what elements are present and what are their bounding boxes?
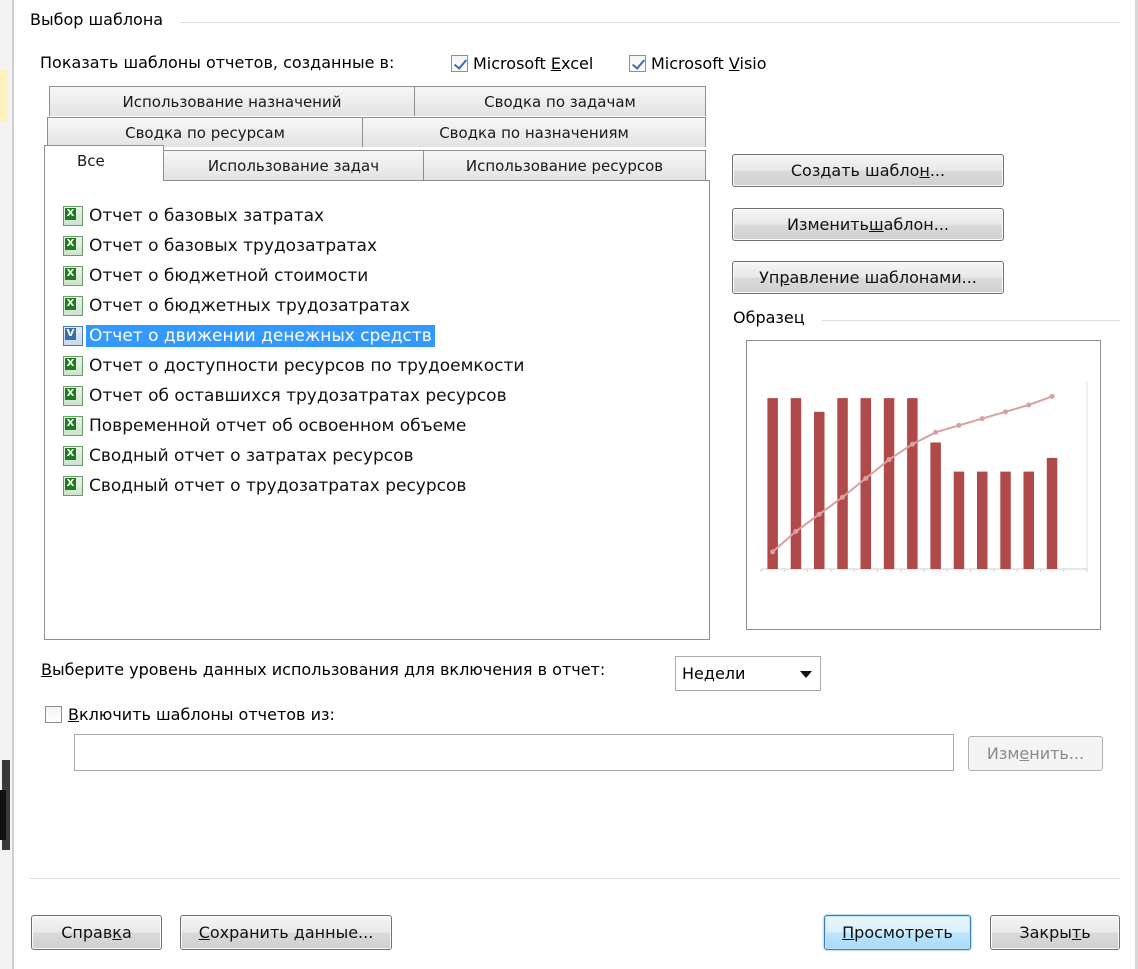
excel-template-icon <box>63 446 83 466</box>
browse-button[interactable]: Изм е нить... <box>968 736 1103 771</box>
usage-level-select[interactable]: Недели <box>675 656 821 691</box>
template-list-item[interactable]: Отчет о базовых трудозатратах <box>63 233 380 259</box>
footer-divider <box>30 878 1120 879</box>
show-templates-label: Показать шаблоны отчетов, созданные в: <box>40 53 395 72</box>
template-list-item-label: Отчет о бюджетной стоимости <box>89 266 369 286</box>
chart-point <box>1049 393 1055 399</box>
chart-bar <box>977 471 988 569</box>
group-divider <box>180 22 1120 23</box>
template-list-item[interactable]: Отчет о доступности ресурсов по трудоемк… <box>63 353 527 379</box>
tab-resource-usage[interactable]: Использование ресурсов <box>423 150 706 180</box>
chart-point <box>979 416 985 422</box>
chart-bar <box>837 398 848 569</box>
usage-level-value: Недели <box>682 664 746 683</box>
template-list-item-label: Отчет о базовых трудозатратах <box>89 236 378 256</box>
chart-point <box>956 422 962 428</box>
template-list-item[interactable]: Отчет о бюджетной стоимости <box>63 263 371 289</box>
view-button[interactable]: Просмотреть <box>824 915 971 950</box>
template-list-item-label: Отчет о движении денежных средств <box>86 325 435 347</box>
window-edge-highlight <box>0 70 8 122</box>
chart-bar <box>1000 471 1011 569</box>
chart-point <box>1003 409 1008 415</box>
template-list-item-label: Отчет об оставшихся трудозатратах ресурс… <box>89 386 507 406</box>
help-button[interactable]: Справ к а <box>31 915 162 950</box>
sample-chart <box>760 381 1088 572</box>
visio-checkbox[interactable] <box>629 55 646 72</box>
chart-point <box>886 457 892 463</box>
chart-bar <box>767 398 778 569</box>
chart-bar <box>790 398 802 569</box>
chart-bar <box>1046 457 1058 569</box>
manage-templates-button[interactable]: Уп р авление шаблонами... <box>732 261 1004 294</box>
template-path-input[interactable] <box>74 734 954 771</box>
edit-template-button[interactable]: Изменить ш аблон... <box>732 208 1004 241</box>
excel-template-icon <box>63 266 83 286</box>
window-edge-shadow-dark <box>0 790 6 840</box>
tab-assignment-summary[interactable]: Сводка по назначениям <box>362 117 706 147</box>
template-list-item[interactable]: Отчет о базовых затратах <box>63 203 327 229</box>
tab-task-usage[interactable]: Использование задач <box>163 150 424 180</box>
visio-checkbox-group[interactable]: Microsoft Visio <box>629 54 767 73</box>
template-list-item[interactable]: Отчет о бюджетных трудозатратах <box>63 293 413 319</box>
sample-preview <box>746 340 1101 630</box>
create-template-button[interactable]: Создать шабло н... <box>732 154 1004 187</box>
group-title: Выбор шаблона <box>30 10 164 29</box>
template-list-item[interactable]: Сводный отчет о трудозатратах ресурсов <box>63 473 469 499</box>
sample-divider <box>822 320 1120 321</box>
chart-point <box>863 475 869 481</box>
template-list-item[interactable]: Отчет о движении денежных средств <box>63 323 435 349</box>
excel-template-icon <box>63 476 83 496</box>
close-button[interactable]: Закры т ь <box>990 915 1120 950</box>
tab-assignment-usage[interactable]: Использование назначений <box>49 86 415 116</box>
chart-point <box>770 549 776 555</box>
excel-checkbox-label: Microsoft Excel <box>473 54 594 73</box>
chevron-down-icon <box>800 671 812 678</box>
template-list-item-label: Сводный отчет о трудозатратах ресурсов <box>89 476 467 496</box>
template-list-item[interactable]: Отчет об оставшихся трудозатратах ресурс… <box>63 383 510 409</box>
template-list-item-label: Повременной отчет об освоенном объеме <box>89 416 467 436</box>
excel-template-icon <box>63 206 83 226</box>
template-list-item-label: Отчет о доступности ресурсов по трудоемк… <box>89 356 525 376</box>
include-templates-label: Включить шаблоны отчетов из: <box>68 705 335 724</box>
chart-point <box>909 441 915 447</box>
excel-template-icon <box>63 416 83 436</box>
include-templates-checkbox[interactable] <box>45 706 62 723</box>
chart-point <box>816 511 822 517</box>
sample-label: Образец <box>733 308 805 327</box>
chart-bar <box>860 398 871 569</box>
template-list-item[interactable]: Сводный отчет о затратах ресурсов <box>63 443 417 469</box>
excel-checkbox-group[interactable]: Microsoft Excel <box>451 54 593 73</box>
template-list-item-label: Отчет о бюджетных трудозатратах <box>89 296 410 316</box>
template-list-item[interactable]: Повременной отчет об освоенном объеме <box>63 413 469 439</box>
chart-bar <box>907 398 918 569</box>
chart-point <box>933 429 939 435</box>
excel-checkbox[interactable] <box>451 55 468 72</box>
excel-template-icon <box>63 356 83 376</box>
chart-bar <box>930 442 941 569</box>
excel-template-icon <box>63 236 83 256</box>
excel-template-icon <box>63 296 83 316</box>
chart-point <box>1026 402 1032 408</box>
visio-checkbox-label: Microsoft Visio <box>651 54 767 73</box>
include-templates-group[interactable]: Включить шаблоны отчетов из: <box>45 705 335 724</box>
excel-template-icon <box>63 386 83 406</box>
template-list-item-label: Сводный отчет о затратах ресурсов <box>89 446 414 466</box>
tab-resource-summary[interactable]: Сводка по ресурсам <box>47 117 363 147</box>
chart-bar <box>1023 471 1034 569</box>
window-edge-line <box>12 0 14 969</box>
tab-task-summary[interactable]: Сводка по задачам <box>414 86 706 116</box>
chart-bar <box>883 398 895 569</box>
usage-level-label: Выберите уровень данных использования дл… <box>41 660 606 679</box>
template-list-item-label: Отчет о базовых затратах <box>89 206 325 226</box>
tab-all[interactable]: Все <box>44 145 164 181</box>
chart-bar <box>814 411 825 569</box>
chart-point <box>840 494 845 500</box>
save-data-button[interactable]: Сохранить данные... <box>180 915 392 950</box>
chart-bar <box>953 471 965 569</box>
chart-point <box>793 528 799 534</box>
visio-template-icon <box>63 326 83 346</box>
template-list[interactable]: Отчет о базовых затратах Отчет о базовых … <box>44 180 710 640</box>
